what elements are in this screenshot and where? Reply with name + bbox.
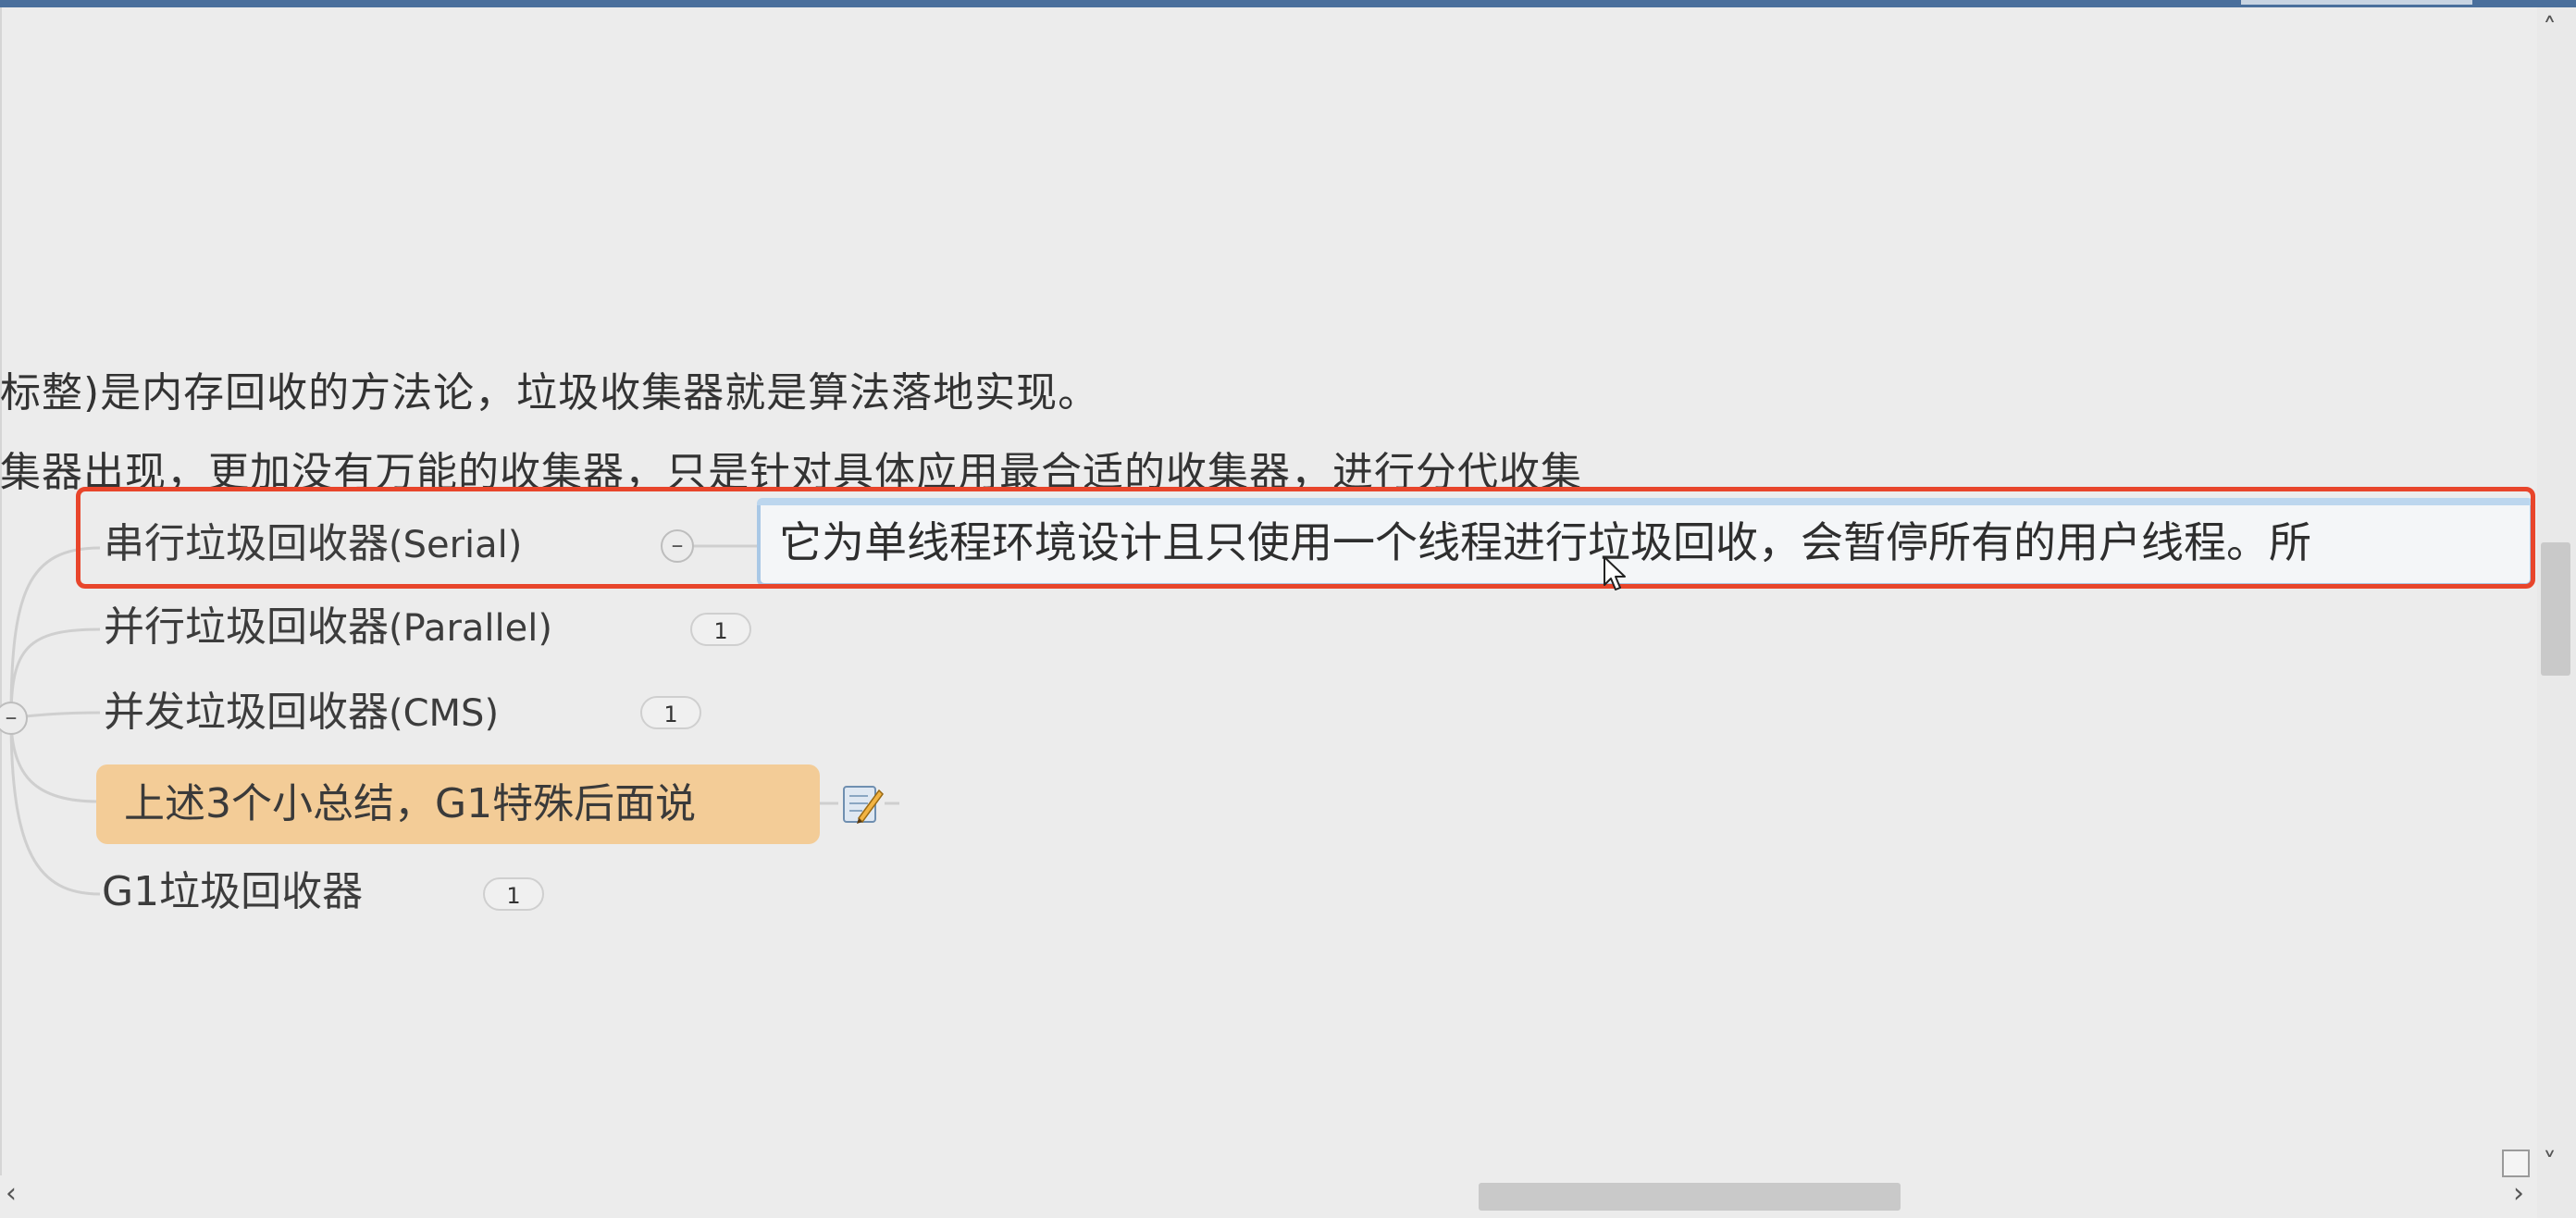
topic-cms-collector[interactable]: 并发垃圾回收器(CMS) [104,685,499,741]
g1-count-badge[interactable]: 1 [483,877,544,911]
connector-summary [9,717,99,803]
fit-view-corner-icon[interactable] [2502,1150,2530,1177]
context-text-line-1: 标整)是内存回收的方法论，垃圾收集器就是算法落地实现。 [0,369,1100,416]
window-top-strip [0,0,2576,7]
mouse-pointer-icon [1604,556,1626,590]
topic-parallel-collector[interactable]: 并行垃圾回收器(Parallel) [104,600,552,656]
red-highlight-annotation [76,487,2535,589]
horizontal-scrollbar[interactable] [0,1175,2537,1218]
connector-parallel [9,628,101,719]
topic-summary[interactable]: 上述3个小总结，G1特殊后面说 [96,764,820,844]
scroll-down-arrow-icon[interactable]: ˅ [2543,1148,2557,1180]
note-pencil-icon[interactable] [838,781,885,827]
topic-summary-label: 上述3个小总结，G1特殊后面说 [124,780,697,827]
topic-cms-latin: (CMS) [389,692,500,735]
topic-cms-label: 并发垃圾回收器 [104,689,389,736]
connector-g1 [9,717,101,896]
vertical-scroll-thumb[interactable] [2541,542,2570,676]
scroll-right-arrow-icon[interactable]: › [2513,1177,2524,1210]
topic-parallel-latin: (Parallel) [389,607,552,650]
window-top-strip-tab [2241,0,2472,5]
topic-g1-collector[interactable]: G1垃圾回收器 [102,864,363,920]
parallel-count-badge[interactable]: 1 [690,613,751,646]
scroll-up-arrow-icon[interactable]: ˄ [2543,13,2557,45]
topic-g1-label: G1垃圾回收器 [102,868,364,915]
cms-count-badge[interactable]: 1 [640,696,701,729]
horizontal-scroll-thumb[interactable] [1479,1183,1901,1211]
canvas-left-edge [0,7,2,1211]
scroll-left-arrow-icon[interactable]: ‹ [6,1177,17,1210]
parent-collapse-button[interactable]: – [0,702,28,735]
topic-parallel-label: 并行垃圾回收器 [104,603,389,651]
